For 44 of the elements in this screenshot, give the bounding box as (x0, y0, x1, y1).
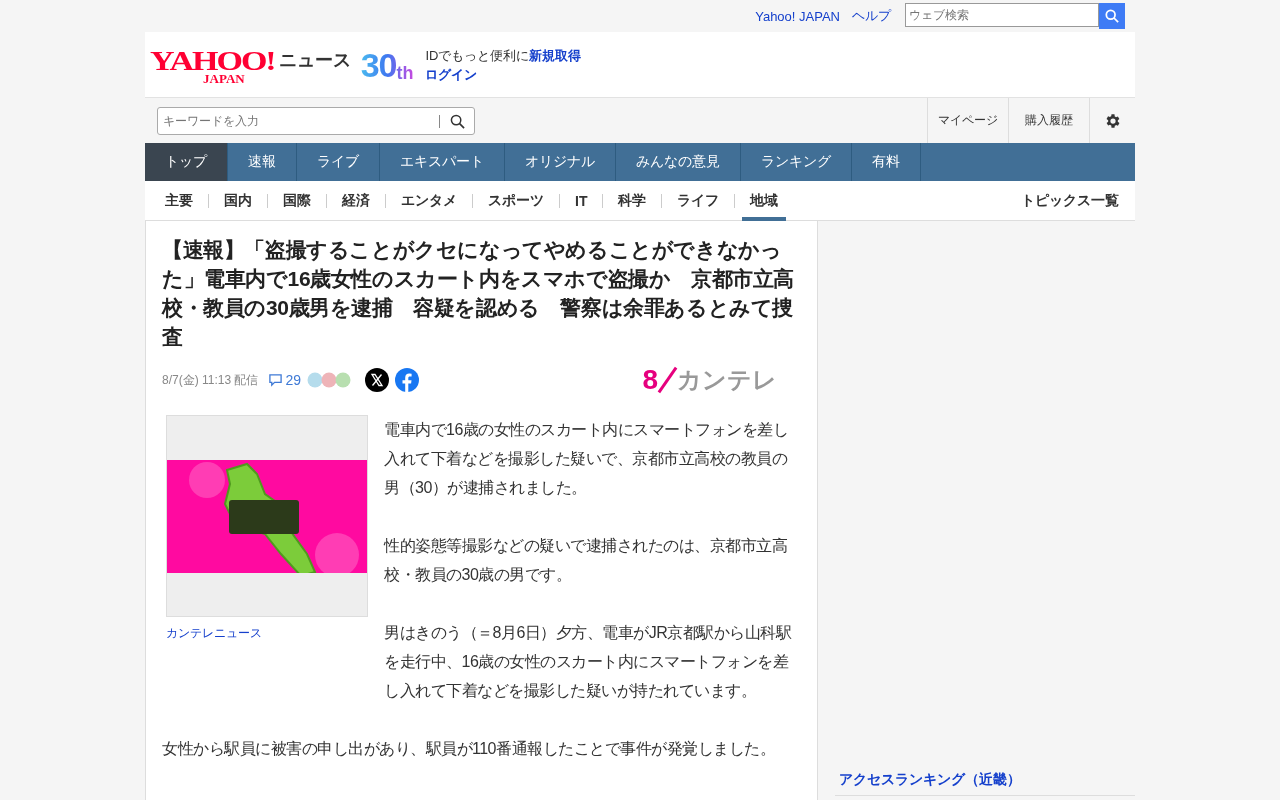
category-tab[interactable]: IT (567, 180, 596, 221)
facebook-share-icon[interactable] (395, 368, 420, 392)
register-link[interactable]: 新規取得 (529, 47, 582, 63)
image-caption-link[interactable]: カンテレニュース (166, 625, 262, 642)
source-logo[interactable]: 8 カンテレ (642, 364, 777, 396)
login-prompt: IDでもっと便利に (425, 47, 530, 63)
service-name: ニュース (278, 48, 351, 72)
category-tab[interactable]: 経済 (334, 180, 378, 221)
category-tab[interactable]: スポーツ (480, 180, 552, 221)
nav-tab[interactable]: エキスパート (380, 143, 505, 181)
reaction-faces-icon (307, 372, 352, 388)
nav-tab[interactable]: オリジナル (505, 143, 616, 181)
category-tab[interactable]: エンタメ (393, 180, 465, 221)
nav-tab[interactable]: ライブ (297, 143, 380, 181)
article-paragraph: 男はきのう（＝8月6日）夕方、電車がJR京都駅から山科駅を走行中、16歳の女性のスカート内にスマートフォンを差し入れて下着などを撮影した疑いが持たれています。 (384, 623, 793, 701)
nav-tab[interactable]: ランキング (741, 143, 852, 181)
header-link[interactable]: Yahoo! JAPAN (755, 8, 840, 24)
comment-icon (268, 373, 284, 387)
article-paragraph: 女性から駅員に被害の申し出があり、駅員が110番通報したことで事件が発覚しました。 (162, 739, 776, 759)
header-link[interactable]: ヘルプ (852, 7, 891, 25)
publish-date: 8/7(金) 11:13 配信 (162, 371, 259, 389)
article-title: 【速報】「盗撮することがクセになってやめることができなかった」電車内で16歳女性のスカート内をスマホで盗撮か 京都市立高校・教員の30歳男を逮捕 容疑を認める 警察は余罪あるとみて捜査 (162, 237, 795, 350)
nav-tab[interactable]: トップ (145, 143, 228, 181)
search-icon[interactable] (450, 113, 465, 129)
login-link[interactable]: ログイン (425, 66, 478, 82)
article-paragraph: 電車内で16歳の女性のスカート内にスマートフォンを差し入れて下着などを撮影した疑いで、京都市立高校の教員の男（30）が逮捕されました。 (384, 420, 790, 498)
yahoo-logo[interactable]: YAHOO! JAPAN (150, 44, 275, 85)
x-share-icon[interactable] (365, 368, 390, 392)
nav-tab[interactable]: 速報 (228, 143, 297, 181)
search-icon (1105, 9, 1119, 23)
nav-tab[interactable]: 有料 (852, 143, 921, 181)
category-tab[interactable]: 国内 (216, 180, 260, 221)
category-tab[interactable]: ライフ (669, 180, 728, 221)
topics-link[interactable]: トピックス一覧 (1021, 191, 1119, 210)
article-paragraph: 性的姿態等撮影などの疑いで逮捕されたのは、京都市立高校・教員の30歳の男です。 (384, 536, 788, 585)
nav-tab[interactable]: みんなの意見 (616, 143, 741, 181)
keyword-search-field[interactable]: キーワードを入力 (157, 106, 475, 135)
category-tab[interactable]: 科学 (610, 180, 655, 221)
category-tab[interactable]: 主要 (157, 180, 201, 221)
web-search-field[interactable]: ウェブ検索 (905, 3, 1099, 27)
search-button[interactable] (1099, 3, 1125, 29)
category-tab[interactable]: 国際 (275, 180, 319, 221)
ranking-heading: アクセスランキング（近畿） (835, 771, 1135, 796)
comments-link[interactable]: 29 (268, 372, 302, 388)
